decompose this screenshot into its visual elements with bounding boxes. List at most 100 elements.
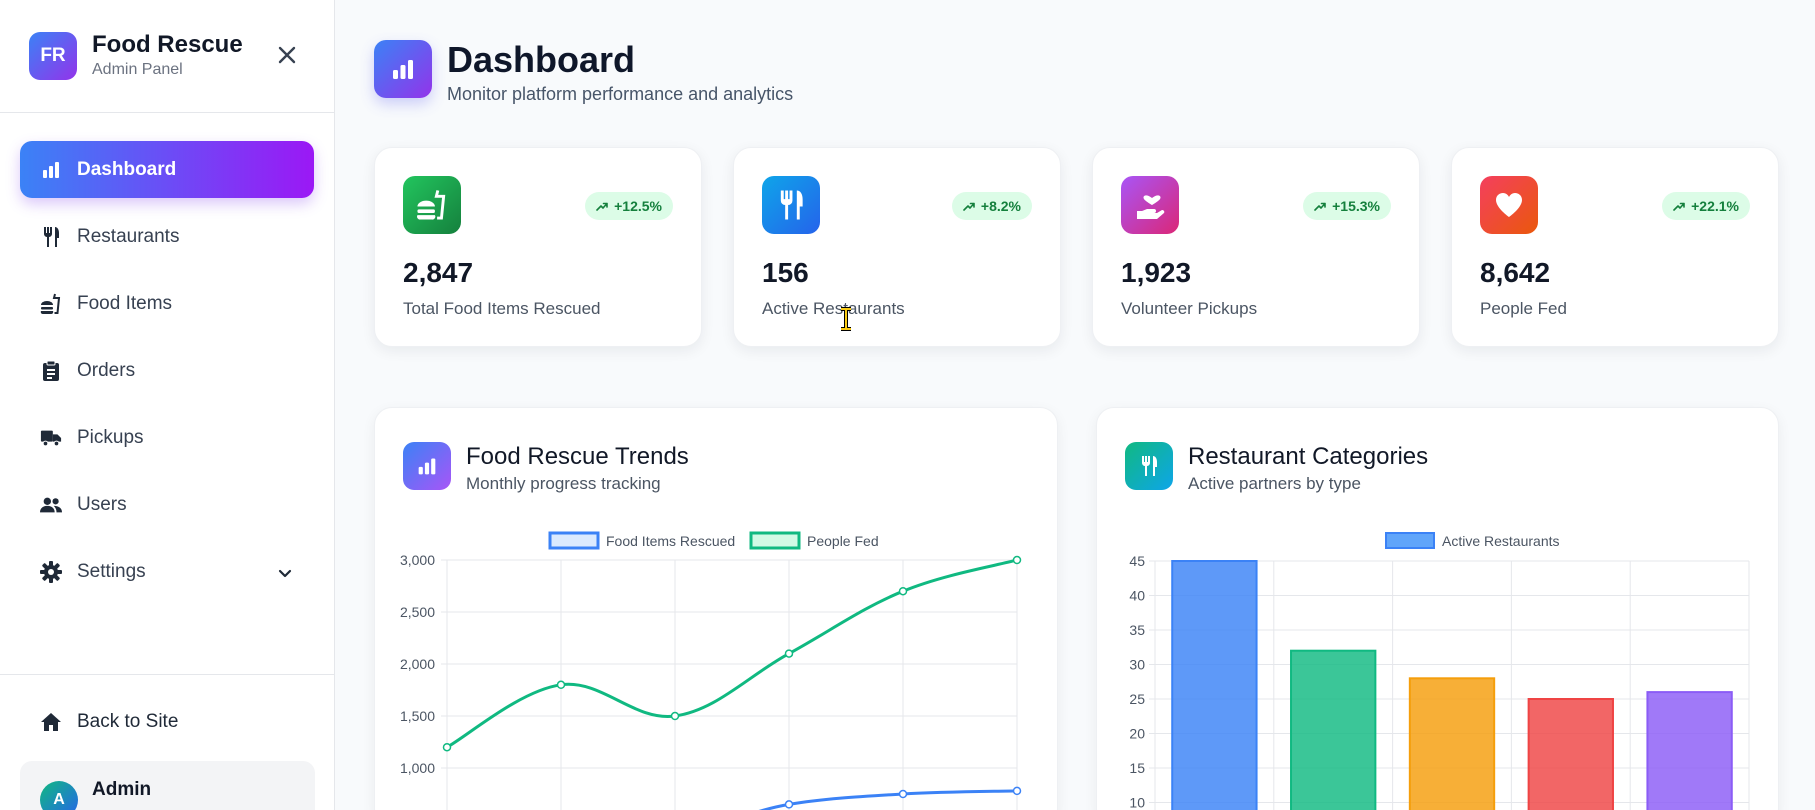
- stat-value: 1,923: [1121, 257, 1192, 288]
- y-tick-label: 25: [1129, 691, 1145, 707]
- sidebar-item-restaurants[interactable]: Restaurants: [20, 208, 314, 265]
- sidebar-item-orders[interactable]: Orders: [20, 342, 314, 399]
- sidebar-item-label: Food Items: [77, 292, 173, 314]
- brand-text: Food Rescue Admin Panel: [92, 31, 243, 81]
- hamburger-icon: [40, 293, 62, 315]
- trend-up-icon: [1314, 202, 1326, 211]
- bar[interactable]: [1646, 691, 1733, 810]
- y-tick-label: 35: [1129, 622, 1145, 638]
- bar[interactable]: [1408, 677, 1496, 810]
- data-point[interactable]: [442, 742, 452, 752]
- stat-card-volunteer-pickups[interactable]: +15.3% 1,923 Volunteer Pickups: [1092, 147, 1420, 347]
- sidebar-item-label: Dashboard: [77, 158, 177, 180]
- sidebar-item-label: Orders: [77, 359, 136, 381]
- data-point[interactable]: [1012, 555, 1022, 565]
- stat-label: Total Food Items Rescued: [403, 299, 601, 318]
- stat-label: People Fed: [1480, 299, 1567, 318]
- change-text: +15.3%: [1332, 198, 1380, 214]
- heart-icon: [1480, 176, 1538, 234]
- restaurant-categories-card: Restaurant Categories Active partners by…: [1096, 407, 1779, 810]
- sidebar-item-settings[interactable]: Settings: [20, 543, 314, 600]
- bar-chart-icon: [40, 159, 62, 181]
- y-tick-label: 20: [1129, 726, 1145, 742]
- bar[interactable]: [1171, 560, 1258, 810]
- chart-legend: Food Items Rescued People Fed: [548, 531, 879, 550]
- sidebar-brand: FR Food Rescue Admin Panel: [0, 0, 334, 113]
- y-tick-label: 10: [1129, 795, 1145, 810]
- chart-legend: Active Restaurants: [1385, 532, 1560, 549]
- data-point[interactable]: [898, 586, 908, 596]
- y-tick-label: 2,500: [400, 604, 435, 620]
- data-point[interactable]: [784, 800, 794, 809]
- page-subtitle: Monitor platform performance and analyti…: [447, 84, 794, 104]
- sidebar-item-label: Users: [77, 493, 127, 515]
- stat-label: Volunteer Pickups: [1121, 299, 1258, 318]
- y-tick-label: 45: [1129, 553, 1145, 569]
- chevron-down-icon[interactable]: [278, 563, 292, 585]
- sidebar-item-pickups[interactable]: Pickups: [20, 409, 314, 466]
- series-line: [758, 789, 1018, 810]
- legend-swatch: [1385, 532, 1435, 549]
- truck-icon: [40, 427, 62, 449]
- change-text: +12.5%: [614, 198, 662, 214]
- trend-up-icon: [1673, 202, 1685, 211]
- data-point[interactable]: [670, 711, 680, 721]
- sidebar-footer: Back to Site A Admin: [0, 674, 335, 810]
- page-header: Dashboard Monitor platform performance a…: [374, 40, 793, 105]
- back-to-site-label: Back to Site: [77, 711, 179, 732]
- sidebar-item-dashboard[interactable]: Dashboard: [20, 141, 314, 198]
- line-chart: Food Items Rescued People Fed 3,000 2,500…: [400, 531, 1022, 810]
- user-name: Admin: [92, 779, 152, 800]
- y-tick-label: 15: [1129, 760, 1145, 776]
- data-point[interactable]: [1012, 786, 1022, 796]
- sidebar-item-label: Settings: [77, 560, 146, 582]
- change-badge: +22.1%: [1662, 192, 1750, 220]
- change-badge: +15.3%: [1303, 192, 1391, 220]
- legend-item[interactable]: People Fed: [749, 531, 879, 550]
- text-cursor-icon: [841, 307, 851, 331]
- data-point[interactable]: [784, 649, 794, 658]
- data-point[interactable]: [898, 789, 908, 799]
- page-title: Dashboard: [447, 39, 636, 80]
- home-icon: [40, 711, 62, 733]
- bar[interactable]: [1290, 649, 1377, 810]
- bar[interactable]: [1527, 698, 1614, 810]
- change-text: +8.2%: [980, 198, 1021, 214]
- users-icon: [40, 494, 62, 516]
- sidebar-item-label: Restaurants: [77, 225, 180, 247]
- legend-item[interactable]: Active Restaurants: [1385, 532, 1560, 549]
- trend-up-icon: [963, 202, 975, 211]
- sidebar-item-food-items[interactable]: Food Items: [20, 275, 314, 332]
- stat-value: 2,847: [403, 257, 474, 288]
- data-point[interactable]: [556, 680, 566, 690]
- legend-label: Active Restaurants: [1442, 533, 1560, 549]
- y-tick-label: 1,000: [400, 760, 435, 776]
- legend-label: People Fed: [807, 533, 879, 549]
- sidebar-item-users[interactable]: Users: [20, 476, 314, 533]
- stat-label: Active Restaurants: [762, 299, 905, 318]
- legend-label: Food Items Rescued: [606, 533, 735, 549]
- close-icon: [278, 46, 296, 64]
- legend-item[interactable]: Food Items Rescued: [548, 531, 735, 550]
- user-card[interactable]: A Admin: [20, 761, 315, 810]
- y-tick-label: 40: [1129, 588, 1145, 604]
- main-content: Dashboard Monitor platform performance a…: [336, 0, 1815, 810]
- back-to-site-link[interactable]: Back to Site: [20, 695, 315, 749]
- close-sidebar-button[interactable]: [274, 42, 300, 68]
- trend-up-icon: [596, 202, 608, 211]
- clipboard-icon: [40, 360, 62, 382]
- change-badge: +12.5%: [585, 192, 673, 220]
- brand-logo[interactable]: FR: [29, 32, 77, 80]
- y-tick-label: 3,000: [400, 552, 435, 568]
- sidebar-nav: Dashboard Restaurants Food Items Orders …: [0, 113, 334, 600]
- sidebar-item-label: Pickups: [77, 426, 144, 448]
- stat-card-food-items[interactable]: +12.5% 2,847 Total Food Items Rescued: [374, 147, 702, 347]
- stat-card-restaurants[interactable]: +8.2% 156 Active Restaurants: [733, 147, 1061, 347]
- stats-row: +12.5% 2,847 Total Food Items Rescued +8…: [374, 147, 1779, 347]
- legend-swatch: [749, 531, 801, 550]
- y-tick-label: 30: [1129, 657, 1145, 673]
- change-badge: +8.2%: [951, 192, 1032, 220]
- stat-card-people-fed[interactable]: +22.1% 8,642 People Fed: [1451, 147, 1779, 347]
- utensils-icon: [40, 226, 62, 248]
- y-tick-label: 1,500: [400, 708, 435, 724]
